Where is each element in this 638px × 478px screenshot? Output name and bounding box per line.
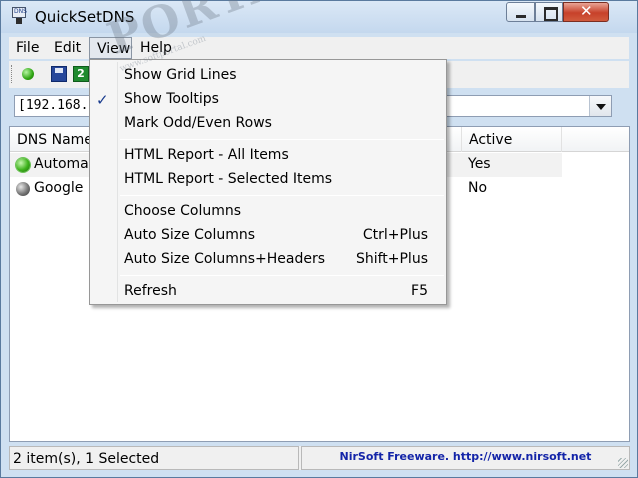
menu-bar: File Edit View Help (9, 37, 629, 59)
menu-file[interactable]: File (9, 37, 46, 59)
menu-item-auto-size-columns-headers[interactable]: Auto Size Columns+Headers Shift+Plus (124, 249, 442, 271)
close-button[interactable]: ✕ (563, 2, 609, 22)
gray-dot-icon (16, 182, 30, 196)
menu-item-label: Choose Columns (124, 203, 242, 219)
menu-item-label: Auto Size Columns+Headers (124, 251, 326, 267)
menu-separator (120, 195, 444, 196)
window-title: QuickSetDNS (35, 8, 135, 26)
column-header-active[interactable]: Active (462, 127, 562, 152)
menu-item-shortcut: Shift+Plus (355, 251, 428, 267)
app-icon: DNS (11, 7, 27, 27)
menu-item-refresh[interactable]: Refresh F5 (124, 281, 442, 303)
menu-item-show-tooltips[interactable]: ✓ Show Tooltips (96, 89, 442, 111)
monitor-icon: DNS (12, 7, 27, 18)
app-window: DNS QuickSetDNS ✕ File Edit View Help 2 … (0, 0, 638, 478)
menu-item-auto-size-columns[interactable]: Auto Size Columns Ctrl+Plus (124, 225, 442, 247)
menu-separator (120, 139, 444, 140)
menu-item-html-report-selected[interactable]: HTML Report - Selected Items (124, 169, 442, 191)
menu-edit[interactable]: Edit (47, 37, 88, 59)
toolbar-grip (11, 65, 13, 83)
menu-item-choose-columns[interactable]: Choose Columns (124, 201, 442, 223)
menu-item-label: Refresh (124, 283, 177, 299)
menu-item-mark-odd-even-rows[interactable]: Mark Odd/Even Rows (124, 113, 442, 135)
menu-item-label: Show Tooltips (124, 91, 219, 107)
checkmark-icon: ✓ (96, 91, 109, 109)
menu-item-label: Mark Odd/Even Rows (124, 115, 272, 131)
row-active: Yes (468, 156, 491, 172)
green-dot-icon (16, 158, 30, 172)
menu-item-shortcut: Ctrl+Plus (362, 227, 428, 243)
activate-dns-icon[interactable] (22, 68, 34, 80)
menu-item-show-grid-lines[interactable]: Show Grid Lines (124, 65, 442, 87)
chevron-down-icon[interactable] (589, 96, 611, 116)
menu-item-label: HTML Report - Selected Items (124, 171, 333, 187)
close-icon: ✕ (580, 2, 593, 20)
app-icon-text: DNS (14, 8, 27, 15)
row-active: No (468, 180, 488, 196)
title-bar[interactable]: DNS QuickSetDNS ✕ (1, 1, 637, 33)
menu-item-shortcut: F5 (411, 283, 428, 299)
row-dns-name: Google (34, 180, 84, 196)
monitor-stand (16, 18, 22, 24)
menu-help[interactable]: Help (133, 37, 179, 59)
status-nirsoft-link[interactable]: NirSoft Freeware. http://www.nirsoft.net (301, 446, 630, 470)
menu-gutter (117, 62, 118, 302)
view-menu-dropdown: Show Grid Lines ✓ Show Tooltips Mark Odd… (89, 59, 447, 305)
resize-grip-icon[interactable] (618, 458, 628, 468)
minimize-button[interactable] (506, 2, 535, 22)
menu-item-html-report-all[interactable]: HTML Report - All Items (124, 145, 442, 167)
menu-item-label: Show Grid Lines (124, 67, 237, 83)
maximize-button[interactable] (535, 2, 563, 22)
menu-item-label: Auto Size Columns (124, 227, 256, 243)
status-bar: 2 item(s), 1 Selected NirSoft Freeware. … (9, 446, 630, 470)
save-icon[interactable] (51, 66, 67, 82)
status-item-count: 2 item(s), 1 Selected (9, 446, 299, 470)
refresh-icon[interactable]: 2 (73, 66, 89, 82)
menu-view[interactable]: View (89, 37, 132, 59)
menu-item-label: HTML Report - All Items (124, 147, 289, 163)
menu-separator (120, 275, 444, 276)
